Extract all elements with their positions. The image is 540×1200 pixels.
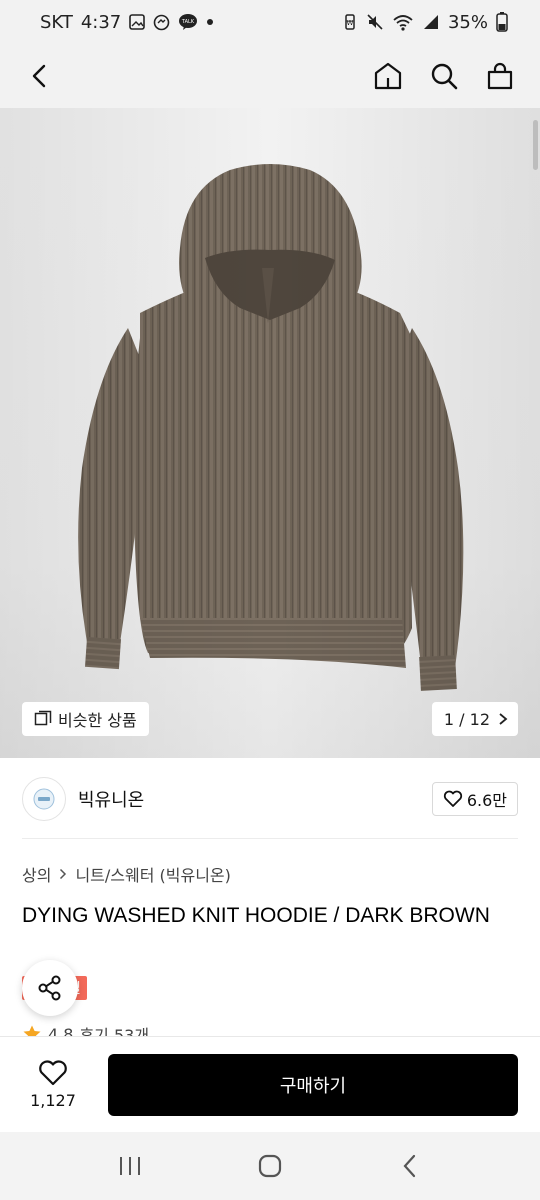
- brand-like-count: 6.6만: [466, 791, 507, 810]
- system-nav-bar: [0, 1132, 540, 1200]
- similar-icon: [34, 710, 52, 728]
- dot-icon: [206, 18, 214, 26]
- system-back-icon[interactable]: [390, 1146, 430, 1186]
- share-icon: [36, 974, 64, 1002]
- heart-icon: [443, 790, 463, 808]
- brand-link[interactable]: 빅유니온: [22, 777, 144, 821]
- page-indicator-text: 1 / 12: [443, 709, 490, 729]
- home-button-icon[interactable]: [250, 1146, 290, 1186]
- svg-text:TALK: TALK: [181, 19, 195, 25]
- vibration-icon: ₩: [342, 13, 358, 31]
- similar-products-button[interactable]: 비슷한 상품: [22, 702, 149, 736]
- top-nav: [0, 44, 540, 108]
- chevron-right-icon: [59, 868, 67, 880]
- buy-button[interactable]: 구매하기: [108, 1053, 518, 1116]
- product-image: [0, 108, 540, 758]
- clock: 4:37: [80, 11, 122, 33]
- scrollbar[interactable]: [533, 120, 538, 170]
- breadcrumb: 상의 니트/스웨터 (빅유니온): [22, 862, 231, 886]
- breadcrumb-subcategory[interactable]: 니트/스웨터 (빅유니온): [75, 862, 230, 886]
- gallery-icon: [129, 14, 146, 30]
- product-image-carousel[interactable]: 비슷한 상품 1 / 12: [0, 108, 540, 758]
- wishlist-button[interactable]: 1,127: [22, 1059, 84, 1110]
- search-icon[interactable]: [426, 58, 462, 94]
- wishlist-count: 1,127: [30, 1091, 76, 1110]
- chevron-right-icon: [498, 712, 508, 726]
- status-bar: SKT 4:37 TALK ₩ 35%: [0, 0, 540, 44]
- brand-row: 빅유니온 6.6만: [22, 776, 518, 822]
- bottom-action-bar: 1,127 구매하기: [0, 1036, 540, 1132]
- back-icon[interactable]: [22, 58, 58, 94]
- status-right: ₩ 35%: [342, 12, 508, 33]
- svg-text:₩: ₩: [347, 19, 354, 27]
- brand-like-button[interactable]: 6.6만: [431, 782, 518, 816]
- brand-logo: [22, 777, 66, 821]
- nav-actions: [370, 58, 518, 94]
- wifi-icon: [392, 13, 414, 31]
- divider: [22, 838, 518, 839]
- share-button[interactable]: [22, 960, 78, 1016]
- messenger-icon: [153, 14, 170, 31]
- cart-icon[interactable]: [482, 58, 518, 94]
- status-left: SKT 4:37 TALK: [40, 12, 214, 33]
- recent-apps-icon[interactable]: [110, 1146, 150, 1186]
- talk-icon: TALK: [178, 13, 198, 31]
- image-page-indicator[interactable]: 1 / 12: [431, 702, 518, 736]
- battery-icon: [496, 12, 508, 32]
- carrier: SKT: [40, 11, 73, 33]
- home-icon[interactable]: [370, 58, 406, 94]
- similar-label: 비슷한 상품: [58, 711, 137, 730]
- signal-icon: [422, 13, 440, 31]
- brand-name: 빅유니온: [78, 790, 145, 811]
- breadcrumb-category[interactable]: 상의: [22, 862, 51, 886]
- mute-icon: [366, 13, 384, 31]
- battery-level: 35%: [447, 11, 488, 33]
- product-title: DYING WASHED KNIT HOODIE / DARK BROWN: [22, 904, 490, 927]
- heart-icon: [38, 1059, 68, 1087]
